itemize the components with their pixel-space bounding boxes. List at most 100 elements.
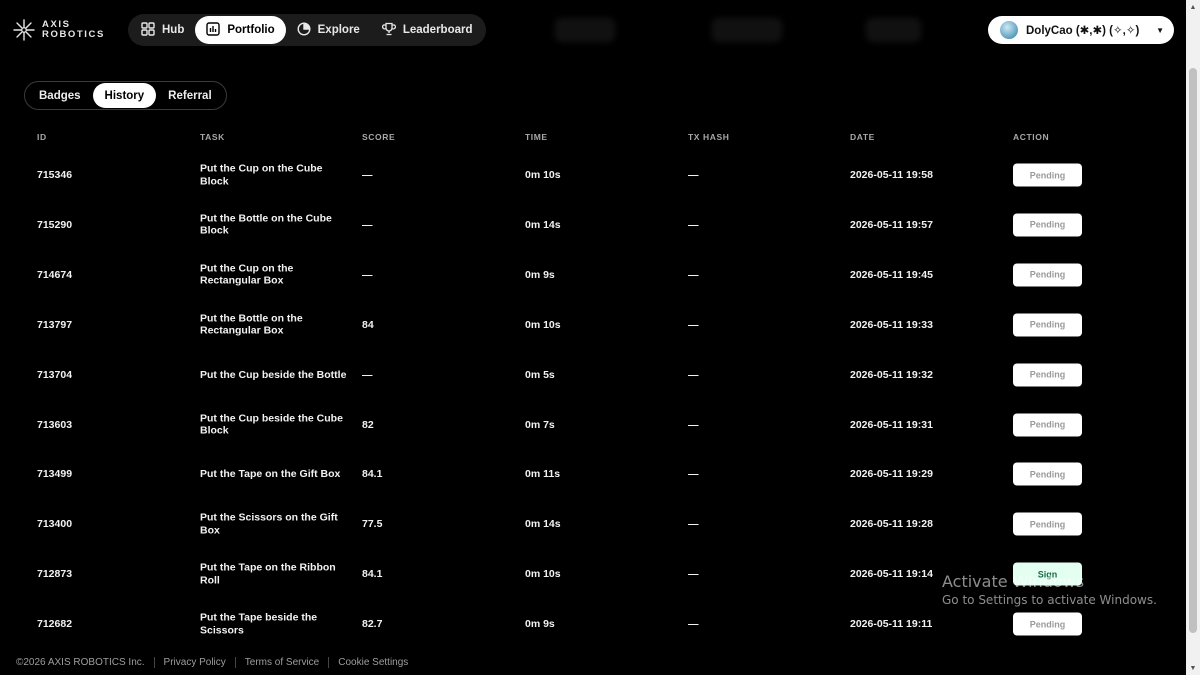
cell-tx: —	[688, 418, 699, 431]
main-nav: Hub Portfolio Explore Leaderboard	[128, 14, 486, 46]
cell-time: 0m 10s	[525, 169, 561, 181]
footer-divider	[328, 657, 330, 668]
column-header-task: TASK	[200, 132, 225, 142]
pending-button[interactable]: Pending	[1013, 462, 1082, 486]
cell-time: 0m 7s	[525, 418, 555, 431]
brand-logo[interactable]: AXIS ROBOTICS	[12, 18, 105, 42]
table-row: 713499 Put the Tape on the Gift Box 84.1 0m…	[0, 449, 1186, 499]
footer-link-cookies[interactable]: Cookie Settings	[338, 657, 408, 668]
cell-date: 2026-05-11 19:58	[850, 169, 933, 181]
nav-leaderboard[interactable]: Leaderboard	[371, 16, 484, 44]
cell-score: 82.7	[362, 618, 383, 631]
table-row: 715346 Put the Cup on the Cube Block — 0m 1…	[0, 150, 1186, 200]
table-row: 713704 Put the Cup beside the Bottle — 0m 5…	[0, 350, 1186, 400]
cell-time: 0m 5s	[525, 368, 555, 381]
tab-referral[interactable]: Referral	[156, 83, 223, 108]
top-header: AXIS ROBOTICS Hub Portfolio Explore Lead…	[0, 0, 1186, 62]
scroll-down-arrow-icon[interactable]: ▼	[1186, 661, 1200, 675]
cell-id: 713603	[37, 418, 73, 431]
footer-link-terms[interactable]: Terms of Service	[245, 657, 319, 668]
cell-tx: —	[688, 568, 699, 581]
cell-tx: —	[688, 618, 699, 631]
chart-icon	[206, 21, 221, 39]
cell-task: Put the Tape beside the Scissors	[200, 611, 318, 637]
cell-time: 0m 14s	[525, 518, 561, 531]
vertical-scrollbar[interactable]: ▲ ▼	[1186, 0, 1200, 675]
cell-date: 2026-05-11 19:28	[850, 518, 933, 531]
cell-time: 0m 11s	[525, 468, 561, 481]
nav-leaderboard-label: Leaderboard	[402, 24, 473, 36]
cell-tx: —	[688, 268, 699, 281]
cell-tx: —	[688, 518, 699, 531]
background-decoration	[712, 18, 782, 42]
cell-score: 84.1	[362, 468, 383, 481]
watermark-title: Activate Windows	[942, 572, 1085, 591]
column-header-time: TIME	[525, 132, 548, 142]
table-row: 715290 Put the Bottle on the Cube Block — 0…	[0, 200, 1186, 250]
windows-activation-watermark: Activate Windows Go to Settings to activ…	[942, 572, 1157, 607]
scroll-up-arrow-icon[interactable]: ▲	[1186, 0, 1200, 14]
column-header-id: ID	[37, 132, 47, 142]
nav-hub[interactable]: Hub	[130, 16, 195, 44]
cell-tx: —	[688, 218, 699, 231]
cell-time: 0m 14s	[525, 218, 561, 231]
nav-hub-label: Hub	[162, 24, 185, 36]
table-row: 713797 Put the Bottle on the Rectangular …	[0, 300, 1186, 350]
footer-divider	[153, 657, 155, 668]
table-header: ID TASK SCORE TIME TX HASH DATE ACTION	[0, 130, 1186, 144]
table-row: 713603 Put the Cup beside the Cube Block 8…	[0, 400, 1186, 450]
cell-score: 77.5	[362, 518, 383, 531]
cell-date: 2026-05-11 19:33	[850, 318, 933, 331]
cell-id: 714674	[37, 268, 73, 281]
cell-score: —	[362, 218, 373, 231]
trophy-icon	[381, 22, 396, 39]
cell-time: 0m 9s	[525, 268, 555, 281]
footer-link-privacy[interactable]: Privacy Policy	[164, 657, 226, 668]
pending-button[interactable]: Pending	[1013, 612, 1082, 636]
column-header-date: DATE	[850, 132, 875, 142]
nav-explore-label: Explore	[317, 24, 360, 36]
cell-score: —	[362, 268, 373, 281]
cell-task: Put the Tape on the Ribbon Roll	[200, 561, 336, 587]
table-row: 713400 Put the Scissors on the Gift Box 77…	[0, 499, 1186, 549]
starburst-logo-icon	[12, 18, 36, 42]
pending-button[interactable]: Pending	[1013, 263, 1082, 287]
caret-down-icon: ▼	[1156, 25, 1164, 35]
watermark-subtitle: Go to Settings to activate Windows.	[942, 593, 1157, 607]
nav-explore[interactable]: Explore	[286, 16, 371, 44]
cell-task: Put the Cup beside the Cube Block	[200, 412, 343, 437]
cell-id: 712873	[37, 568, 73, 581]
cell-tx: —	[688, 368, 699, 381]
cell-task: Put the Cup on the Cube Block	[200, 162, 323, 188]
pending-button[interactable]: Pending	[1013, 413, 1082, 436]
cell-date: 2026-05-11 19:29	[850, 468, 933, 481]
cell-date: 2026-05-11 19:11	[850, 618, 933, 631]
pending-button[interactable]: Pending	[1013, 313, 1082, 337]
history-tabs: Badges History Referral	[24, 81, 227, 110]
cell-score: —	[362, 169, 373, 181]
cell-score: 82	[362, 418, 374, 431]
tab-badges[interactable]: Badges	[27, 83, 93, 108]
cell-time: 0m 10s	[525, 318, 561, 331]
pending-button[interactable]: Pending	[1013, 512, 1082, 536]
cell-date: 2026-05-11 19:14	[850, 568, 933, 581]
cell-task: Put the Scissors on the Gift Box	[200, 511, 338, 537]
pending-button[interactable]: Pending	[1013, 363, 1082, 387]
nav-portfolio[interactable]: Portfolio	[195, 16, 286, 44]
cell-id: 713797	[37, 318, 73, 331]
cell-date: 2026-05-11 19:57	[850, 218, 933, 231]
pending-button[interactable]: Pending	[1013, 163, 1082, 187]
cell-task: Put the Bottle on the Cube Block	[200, 212, 332, 237]
cell-task: Put the Cup on the Rectangular Box	[200, 262, 294, 287]
pending-button[interactable]: Pending	[1013, 213, 1082, 237]
user-name: DolyCao (✱,✱) (✧,✧)	[1026, 25, 1140, 37]
cell-date: 2026-05-11 19:45	[850, 268, 933, 281]
tab-history[interactable]: History	[92, 83, 157, 108]
scroll-thumb[interactable]	[1189, 68, 1197, 633]
brand-name: AXIS ROBOTICS	[42, 20, 105, 40]
cell-tx: —	[688, 318, 699, 331]
brand-line2: ROBOTICS	[42, 29, 105, 40]
footer-copyright: ©2026 AXIS ROBOTICS Inc.	[16, 657, 145, 668]
user-menu-button[interactable]: DolyCao (✱,✱) (✧,✧) ▼	[988, 16, 1174, 44]
cell-id: 712682	[37, 618, 73, 631]
